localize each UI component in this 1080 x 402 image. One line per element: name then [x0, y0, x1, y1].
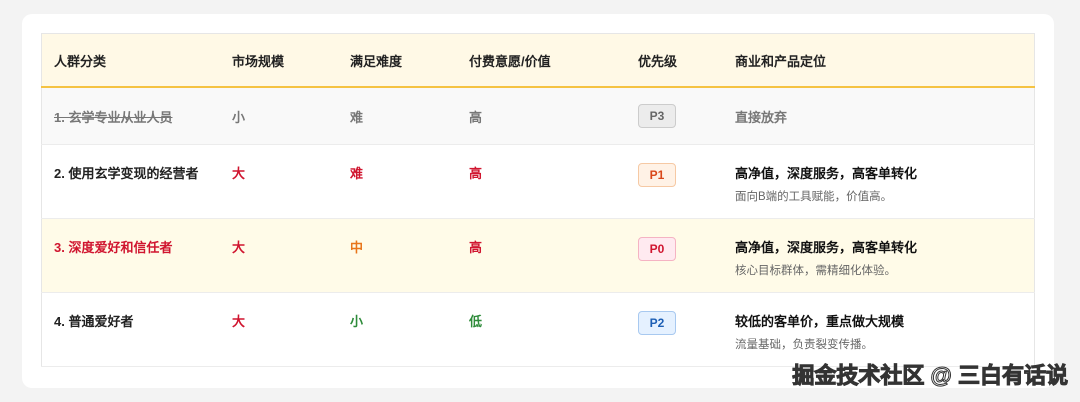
- audience-table: 人群分类 市场规模 满足难度 付费意愿/价值 优先级 商业和产品定位 1. 玄学…: [41, 33, 1035, 367]
- pay-value: 高: [457, 87, 626, 145]
- positioning-cell: 高净值，深度服务，高客单转化 面向B端的工具赋能，价值高。: [723, 144, 1035, 219]
- priority-cell: P1: [626, 144, 723, 219]
- positioning-desc: 流量基础，负责裂变传播。: [735, 339, 873, 351]
- pay-value: 低: [457, 292, 626, 367]
- header-priority: 优先级: [626, 33, 723, 88]
- header-audience: 人群分类: [41, 33, 220, 88]
- audience-name: 1. 玄学专业从业人员: [41, 87, 220, 145]
- market-size: 小: [220, 87, 338, 145]
- header-market: 市场规模: [220, 33, 338, 88]
- table-row: 3. 深度爱好和信任者 大 中 高 P0 高净值，深度服务，高客单转化 核心目标群…: [41, 218, 1035, 293]
- positioning-title: 高净值，深度服务，高客单转化: [735, 240, 918, 255]
- priority-cell: P0: [626, 218, 723, 293]
- table-row: 2. 使用玄学变现的经营者 大 难 高 P1 高净值，深度服务，高客单转化 面向B…: [41, 144, 1035, 219]
- positioning-title: 高净值，深度服务，高客单转化: [735, 166, 918, 181]
- difficulty: 小: [338, 292, 457, 367]
- positioning-title: 较低的客单价，重点做大规模: [735, 314, 905, 329]
- audience-name: 4. 普通爱好者: [41, 292, 220, 367]
- difficulty: 中: [338, 218, 457, 293]
- pay-value: 高: [457, 218, 626, 293]
- header-positioning: 商业和产品定位: [723, 33, 1035, 88]
- priority-badge: P2: [638, 311, 676, 335]
- market-size: 大: [220, 292, 338, 367]
- pay-value: 高: [457, 144, 626, 219]
- table-row: 1. 玄学专业从业人员 小 难 高 P3 直接放弃: [41, 87, 1035, 145]
- positioning-cell: 高净值，深度服务，高客单转化 核心目标群体，需精细化体验。: [723, 218, 1035, 293]
- positioning-desc: 核心目标群体，需精细化体验。: [735, 265, 896, 277]
- audience-name: 2. 使用玄学变现的经营者: [41, 144, 220, 219]
- priority-badge: P1: [638, 163, 676, 187]
- positioning-cell: 较低的客单价，重点做大规模 流量基础，负责裂变传播。: [723, 292, 1035, 367]
- table-header: 人群分类 市场规模 满足难度 付费意愿/价值 优先级 商业和产品定位: [41, 33, 1035, 88]
- priority-cell: P2: [626, 292, 723, 367]
- difficulty: 难: [338, 87, 457, 145]
- audience-name: 3. 深度爱好和信任者: [41, 218, 220, 293]
- priority-badge: P3: [638, 104, 676, 128]
- market-size: 大: [220, 218, 338, 293]
- market-size: 大: [220, 144, 338, 219]
- difficulty: 难: [338, 144, 457, 219]
- header-pay: 付费意愿/价值: [457, 33, 626, 88]
- watermark: 掘金技术社区 @ 三白有话说: [792, 363, 1069, 389]
- header-difficulty: 满足难度: [338, 33, 457, 88]
- priority-cell: P3: [626, 87, 723, 145]
- priority-badge: P0: [638, 237, 676, 261]
- table-row: 4. 普通爱好者 大 小 低 P2 较低的客单价，重点做大规模 流量基础，负责裂变…: [41, 292, 1035, 367]
- positioning-desc: 面向B端的工具赋能，价值高。: [735, 191, 893, 203]
- positioning: 直接放弃: [723, 87, 1035, 145]
